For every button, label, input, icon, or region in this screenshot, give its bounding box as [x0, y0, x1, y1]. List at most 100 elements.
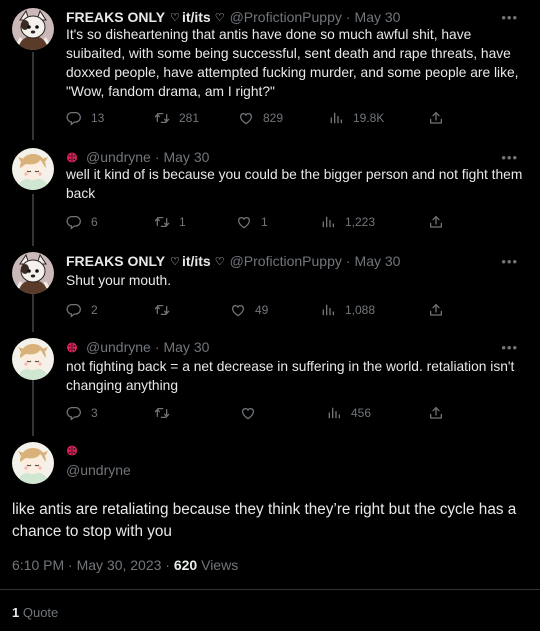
reply-button[interactable]: 3 — [66, 405, 98, 421]
share-button[interactable] — [428, 405, 453, 421]
reply-count: 13 — [91, 111, 105, 125]
reply-icon — [66, 110, 82, 126]
ladybug-icon — [66, 151, 78, 163]
share-button[interactable] — [428, 110, 453, 126]
views-count: 620 — [173, 557, 198, 573]
username[interactable]: @undryne — [86, 149, 151, 165]
username[interactable]: @undryne — [66, 462, 131, 478]
timestamp[interactable]: May 30 — [355, 253, 401, 269]
heart-icon — [240, 405, 256, 421]
ladybug-icon — [66, 444, 78, 456]
like-count: 829 — [263, 111, 284, 125]
heart-icon — [238, 110, 254, 126]
separator-dot: · — [154, 149, 160, 165]
like-button[interactable]: 1 — [236, 214, 268, 230]
main-tweet-header: @undryne — [66, 444, 131, 480]
reply-button[interactable]: 2 — [66, 302, 98, 318]
avatar[interactable] — [12, 148, 54, 190]
views-count: 1,088 — [345, 303, 376, 317]
tweet-meta: 6:10 PM · May 30, 2023 · 620 Views — [12, 557, 238, 573]
like-button[interactable]: 829 — [238, 110, 283, 126]
share-button[interactable] — [428, 302, 453, 318]
tweet-text: well it kind of is because you could be … — [66, 167, 523, 201]
tweet-header: FREAKS ONLY ♡ it/its ♡ @ProfictionPuppy … — [66, 252, 400, 270]
like-count: 49 — [255, 303, 269, 317]
retweet-button[interactable] — [154, 302, 179, 318]
views-button[interactable]: 1,088 — [320, 302, 375, 318]
tweet-text: It's so disheartening that antis have do… — [66, 27, 519, 99]
heart-emoji: ♡ — [170, 255, 180, 268]
tweet-actions: 2 49 1,088 — [66, 302, 446, 318]
username[interactable]: @ProfictionPuppy — [230, 253, 342, 269]
display-name[interactable]: FREAKS ONLY — [66, 9, 165, 25]
retweet-button[interactable]: 281 — [154, 110, 199, 126]
views-icon — [320, 302, 336, 318]
views-button[interactable]: 1,223 — [320, 214, 375, 230]
tweet[interactable]: @undryne · May 30 ••• well it kind of is… — [0, 148, 540, 236]
tweet-actions: 3 456 — [66, 405, 446, 421]
views-button[interactable]: 19.8K — [328, 110, 384, 126]
tweet-text: not fighting back = a net decrease in su… — [66, 359, 515, 393]
views-count: 19.8K — [353, 111, 385, 125]
share-icon — [428, 405, 444, 421]
display-name[interactable]: FREAKS ONLY — [66, 253, 165, 269]
reply-count: 3 — [91, 406, 98, 420]
retweet-count: 281 — [179, 111, 200, 125]
reply-count: 6 — [91, 215, 98, 229]
avatar[interactable] — [12, 252, 54, 294]
username[interactable]: @ProfictionPuppy — [230, 9, 342, 25]
tweet[interactable]: FREAKS ONLY ♡ it/its ♡ @ProfictionPuppy … — [0, 252, 540, 324]
views-icon — [328, 110, 344, 126]
views-label: Views — [197, 557, 239, 573]
views-count: 1,223 — [345, 215, 376, 229]
retweet-icon — [154, 302, 170, 318]
separator-dot: · — [345, 253, 351, 269]
reply-icon — [66, 214, 82, 230]
retweet-icon — [154, 110, 170, 126]
quotes-link[interactable]: 1 Quote — [12, 605, 58, 620]
timestamp[interactable]: May 30 — [163, 149, 209, 165]
reply-button[interactable]: 6 — [66, 214, 98, 230]
username[interactable]: @undryne — [86, 339, 151, 355]
like-button[interactable] — [240, 405, 265, 421]
heart-emoji: ♡ — [214, 11, 225, 24]
like-count: 1 — [261, 215, 268, 229]
avatar[interactable] — [12, 8, 54, 50]
like-button[interactable]: 49 — [230, 302, 268, 318]
display-name-pronouns[interactable]: it/its — [182, 9, 211, 25]
avatar[interactable] — [12, 442, 54, 484]
reply-button[interactable]: 13 — [66, 110, 104, 126]
avatar[interactable] — [12, 338, 54, 380]
more-options-icon[interactable]: ••• — [501, 10, 518, 25]
timestamp[interactable]: May 30 — [355, 9, 401, 25]
more-options-icon[interactable]: ••• — [501, 150, 518, 165]
views-count: 456 — [351, 406, 372, 420]
retweet-count: 1 — [179, 215, 186, 229]
retweet-button[interactable] — [154, 405, 179, 421]
tweet-actions: 13 281 829 19.8K — [66, 110, 446, 126]
heart-emoji: ♡ — [214, 255, 225, 268]
share-icon — [428, 302, 444, 318]
tweet-header: @undryne · May 30 — [66, 338, 209, 356]
tweet-text: Shut your mouth. — [66, 273, 172, 288]
views-icon — [320, 214, 336, 230]
heart-icon — [230, 302, 246, 318]
retweet-button[interactable]: 1 — [154, 214, 186, 230]
views-button[interactable]: 456 — [326, 405, 371, 421]
more-options-icon[interactable]: ••• — [501, 340, 518, 355]
more-options-icon[interactable]: ••• — [501, 254, 518, 269]
tweet-actions: 6 1 1 1,223 — [66, 214, 446, 230]
tweet[interactable]: @undryne · May 30 ••• not fighting back … — [0, 338, 540, 428]
retweet-icon — [154, 405, 170, 421]
tweet-header: FREAKS ONLY ♡ it/its ♡ @ProfictionPuppy … — [66, 8, 400, 26]
views-icon — [326, 405, 342, 421]
tweet-timestamp[interactable]: 6:10 PM · May 30, 2023 · — [12, 557, 174, 573]
tweet[interactable]: FREAKS ONLY ♡ it/its ♡ @ProfictionPuppy … — [0, 8, 540, 136]
share-button[interactable] — [428, 214, 453, 230]
heart-emoji: ♡ — [170, 11, 180, 24]
reply-count: 2 — [91, 303, 98, 317]
timestamp[interactable]: May 30 — [163, 339, 209, 355]
separator-dot: · — [154, 339, 160, 355]
display-name-pronouns[interactable]: it/its — [182, 253, 211, 269]
main-tweet-text: like antis are retaliating because they … — [12, 501, 517, 540]
